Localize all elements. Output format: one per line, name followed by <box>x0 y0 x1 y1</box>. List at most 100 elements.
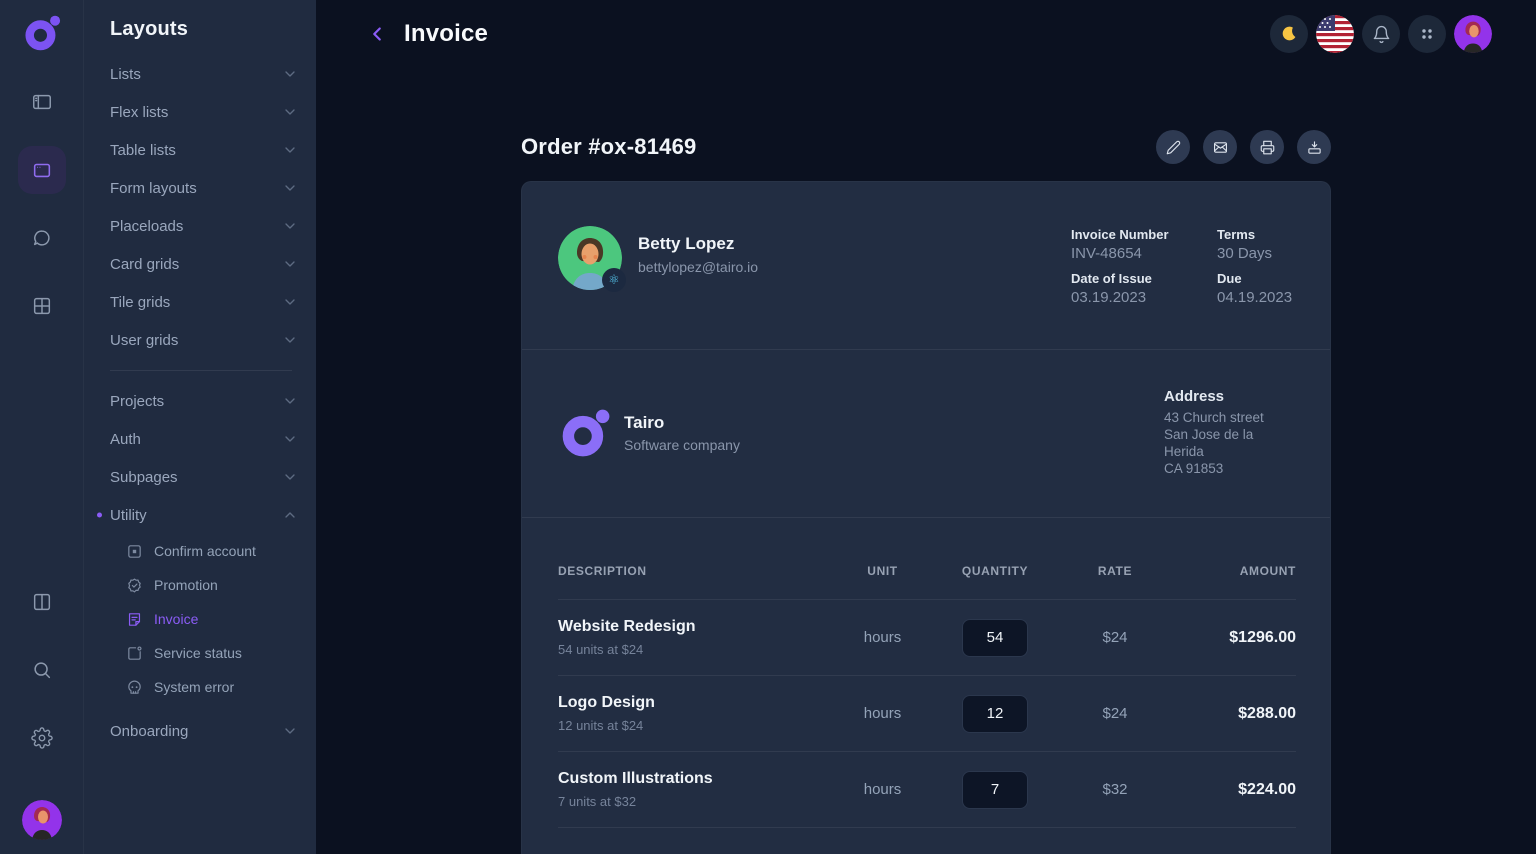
sidebar-item-table-lists[interactable]: Table lists <box>110 131 298 169</box>
quantity-input[interactable] <box>962 771 1028 809</box>
subnav-item-service-status[interactable]: Service status <box>126 636 298 670</box>
subnav-item-promotion[interactable]: Promotion <box>126 568 298 602</box>
app-window-icon[interactable] <box>18 146 66 194</box>
topbar-actions <box>1270 15 1492 53</box>
item-quantity-cell <box>930 695 1060 733</box>
item-quantity-cell <box>930 771 1060 809</box>
col-header-quantity: QUANTITY <box>930 564 1060 578</box>
item-title: Website Redesign <box>558 618 835 636</box>
sidebar-item-label: Projects <box>110 393 164 410</box>
item-description: Custom Illustrations 7 units at $32 <box>558 770 835 809</box>
chevron-down-icon <box>282 180 298 196</box>
subnav-item-label: Invoice <box>154 611 198 627</box>
chevron-down-icon <box>282 218 298 234</box>
chevron-down-icon <box>282 469 298 485</box>
issue-date-cell: Date of Issue 03.19.2023 <box>1071 271 1217 306</box>
subtotal-row: Subtotal $1808.00 <box>558 828 1296 854</box>
sidebar-item-label: Lists <box>110 66 141 83</box>
sidebar-item-card-grids[interactable]: Card grids <box>110 245 298 283</box>
company-info: Tairo Software company <box>624 413 740 453</box>
bell-icon[interactable] <box>1362 15 1400 53</box>
topbar: Invoice <box>316 0 1536 68</box>
item-description: Logo Design 12 units at $24 <box>558 694 835 733</box>
back-button[interactable] <box>366 23 388 45</box>
user-avatar[interactable] <box>22 800 62 840</box>
order-actions <box>1156 130 1331 164</box>
item-amount: $288.00 <box>1170 705 1296 723</box>
issue-date-label: Date of Issue <box>1071 271 1217 286</box>
sidebar-item-label: Auth <box>110 431 141 448</box>
apps-dots-icon[interactable] <box>1408 15 1446 53</box>
us-flag-icon[interactable] <box>1316 15 1354 53</box>
col-header-rate: RATE <box>1060 564 1170 578</box>
frame-icon <box>126 543 143 560</box>
item-title: Logo Design <box>558 694 835 712</box>
table-row: Custom Illustrations 7 units at $32 hour… <box>558 752 1296 828</box>
page-content: Order #ox-81469 <box>316 68 1536 854</box>
invoice-note-icon <box>126 611 143 628</box>
email-icon[interactable] <box>1203 130 1237 164</box>
chevron-down-icon <box>282 393 298 409</box>
sidebar-item-label: Tile grids <box>110 294 170 311</box>
quantity-input[interactable] <box>962 619 1028 657</box>
edit-icon[interactable] <box>1156 130 1190 164</box>
quantity-input[interactable] <box>962 695 1028 733</box>
customer-block: ⚛ Betty Lopez bettylopez@tairo.io <box>558 226 758 290</box>
download-icon[interactable] <box>1297 130 1331 164</box>
invoice-meta: Invoice Number INV-48654 Terms 30 Days D… <box>1071 226 1296 306</box>
item-rate: $32 <box>1060 781 1170 798</box>
rail-nav <box>18 78 66 330</box>
seal-check-icon <box>126 577 143 594</box>
chevron-down-icon <box>282 723 298 739</box>
subnav-item-confirm-account[interactable]: Confirm account <box>126 534 298 568</box>
address-label: Address <box>1164 388 1296 405</box>
search-icon[interactable] <box>18 646 66 694</box>
due-date-value: 04.19.2023 <box>1217 289 1296 306</box>
print-icon[interactable] <box>1250 130 1284 164</box>
sidebar-item-lists[interactable]: Lists <box>110 55 298 93</box>
item-rate: $24 <box>1060 629 1170 646</box>
sidebar-item-form-layouts[interactable]: Form layouts <box>110 169 298 207</box>
user-avatar[interactable] <box>1454 15 1492 53</box>
sidebar-item-projects[interactable]: Projects <box>110 382 298 420</box>
subnav-item-invoice[interactable]: Invoice <box>126 602 298 636</box>
col-header-description: DESCRIPTION <box>558 564 835 578</box>
customer-email: bettylopez@tairo.io <box>638 259 758 275</box>
sidebar-item-tile-grids[interactable]: Tile grids <box>110 283 298 321</box>
tairo-logo[interactable] <box>21 12 63 54</box>
sidebar-item-subpages[interactable]: Subpages <box>110 458 298 496</box>
main-area: Invoice <box>316 0 1536 854</box>
subnav-item-label: Service status <box>154 645 242 661</box>
sidebar-toggle-icon[interactable] <box>18 78 66 126</box>
settings-icon[interactable] <box>18 714 66 762</box>
rail-bottom <box>18 578 66 840</box>
columns-icon[interactable] <box>18 578 66 626</box>
sidebar-item-user-grids[interactable]: User grids <box>110 321 298 359</box>
grid-icon[interactable] <box>18 282 66 330</box>
sidebar-item-placeloads[interactable]: Placeloads <box>110 207 298 245</box>
terms-value: 30 Days <box>1217 245 1296 262</box>
customer-avatar: ⚛ <box>558 226 622 290</box>
sidebar-item-label: Placeloads <box>110 218 183 235</box>
skull-icon <box>126 679 143 696</box>
chat-icon[interactable] <box>18 214 66 262</box>
chevron-down-icon <box>282 332 298 348</box>
moon-icon[interactable] <box>1270 15 1308 53</box>
item-description: Website Redesign 54 units at $24 <box>558 618 835 657</box>
sidebar-item-auth[interactable]: Auth <box>110 420 298 458</box>
sidebar-item-utility[interactable]: Utility <box>110 496 298 534</box>
table-header-row: DESCRIPTION UNIT QUANTITY RATE AMOUNT <box>558 518 1296 600</box>
subnav-item-system-error[interactable]: System error <box>126 670 298 704</box>
sidebar-item-flex-lists[interactable]: Flex lists <box>110 93 298 131</box>
address-block: Address 43 Church street San Jose de la … <box>1164 388 1296 477</box>
chevron-down-icon <box>282 294 298 310</box>
item-unit: hours <box>835 705 930 722</box>
item-subtitle: 7 units at $32 <box>558 794 835 809</box>
active-bullet <box>97 513 102 518</box>
line-items-section: DESCRIPTION UNIT QUANTITY RATE AMOUNT We… <box>522 518 1330 854</box>
sidebar-item-onboarding[interactable]: Onboarding <box>110 712 298 750</box>
company-section: Tairo Software company Address 43 Church… <box>522 350 1330 518</box>
company-block: Tairo Software company <box>558 406 740 460</box>
item-amount: $1296.00 <box>1170 629 1296 647</box>
utility-subnav: Confirm account Promotion Invoice Servic… <box>110 534 298 704</box>
